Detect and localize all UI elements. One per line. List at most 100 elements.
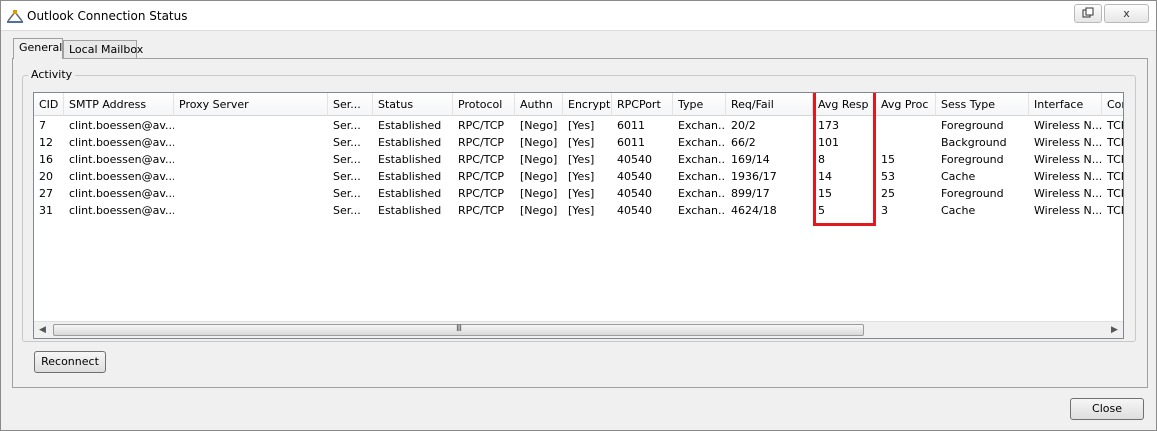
title-bar[interactable]: Outlook Connection Status x	[1, 1, 1156, 31]
cell-req-fail: 4624/18	[731, 204, 777, 217]
cell-status: Established	[378, 136, 442, 149]
cell-interface: Wireless N...	[1034, 136, 1102, 149]
cell-status: Established	[378, 204, 442, 217]
restore-button[interactable]	[1074, 4, 1102, 23]
column-header-proxy-server[interactable]: Proxy Server	[174, 93, 328, 116]
outlook-connection-status-window: Outlook Connection Status x General Loca…	[0, 0, 1157, 431]
cell-cid: 12	[39, 136, 53, 149]
table-row[interactable]: 12 clint.boessen@av... Ser... Established RP…	[34, 134, 1123, 151]
column-header-status[interactable]: Status	[373, 93, 453, 116]
general-tab-page: Activity CID SMTP Address Proxy Server Ser.…	[12, 58, 1148, 388]
cell-avg-resp: 5	[818, 204, 825, 217]
scroll-right-icon[interactable]: ▶	[1106, 322, 1123, 338]
scrollbar-thumb[interactable]: III	[53, 324, 864, 336]
cell-rpcport: 6011	[617, 136, 645, 149]
scroll-left-icon[interactable]: ◀	[34, 322, 51, 338]
cell-interface: Wireless N...	[1034, 204, 1102, 217]
table-row[interactable]: 27 clint.boessen@av... Ser... Established RP…	[34, 185, 1123, 202]
activity-group-title: Activity	[28, 68, 76, 81]
column-header-encrypt[interactable]: Encrypt	[563, 93, 612, 116]
column-header-conn[interactable]: Cor	[1102, 93, 1123, 116]
outlook-connection-icon	[6, 8, 24, 24]
column-header-avg-proc[interactable]: Avg Proc	[876, 93, 936, 116]
cell-authn: [Nego]	[520, 187, 558, 200]
close-button[interactable]: Close	[1070, 398, 1144, 420]
cell-rpcport: 40540	[617, 153, 652, 166]
cell-req-fail: 20/2	[731, 119, 756, 132]
cell-avg-resp: 8	[818, 153, 825, 166]
column-header-rpcport[interactable]: RPCPort	[612, 93, 673, 116]
cell-authn: [Nego]	[520, 119, 558, 132]
cell-avg-proc: 25	[881, 187, 895, 200]
cell-rpcport: 6011	[617, 119, 645, 132]
tab-local-mailbox[interactable]: Local Mailbox	[63, 40, 143, 59]
table-row[interactable]: 16 clint.boessen@av... Ser... Established RP…	[34, 151, 1123, 168]
horizontal-scrollbar[interactable]: ◀ III ▶	[34, 321, 1123, 338]
cell-type: Exchan...	[678, 119, 726, 132]
cell-sess-type: Background	[941, 136, 1007, 149]
column-header-smtp-address[interactable]: SMTP Address	[64, 93, 174, 116]
column-header-authn[interactable]: Authn	[515, 93, 563, 116]
cell-req-fail: 66/2	[731, 136, 756, 149]
cell-cid: 20	[39, 170, 53, 183]
cell-cid: 27	[39, 187, 53, 200]
cell-smtp-address: clint.boessen@av...	[69, 170, 174, 183]
cell-cid: 7	[39, 119, 46, 132]
cell-conn: TCP	[1107, 119, 1123, 132]
column-header-type[interactable]: Type	[673, 93, 726, 116]
cell-encrypt: [Yes]	[568, 204, 595, 217]
cell-sess-type: Cache	[941, 170, 976, 183]
column-header-cid[interactable]: CID	[34, 93, 64, 116]
close-icon: x	[1123, 7, 1130, 20]
cell-avg-resp: 101	[818, 136, 839, 149]
cell-status: Established	[378, 187, 442, 200]
cell-proxy-server	[174, 134, 328, 151]
cell-avg-proc: 15	[881, 153, 895, 166]
cell-avg-proc: 53	[881, 170, 895, 183]
activity-list-header: CID SMTP Address Proxy Server Ser... Status P…	[34, 93, 1123, 116]
cell-server: Ser...	[333, 187, 361, 200]
activity-list[interactable]: CID SMTP Address Proxy Server Ser... Status P…	[33, 92, 1124, 339]
cell-proxy-server	[174, 168, 328, 185]
cell-encrypt: [Yes]	[568, 136, 595, 149]
column-header-interface[interactable]: Interface	[1029, 93, 1102, 116]
title-close-button[interactable]: x	[1104, 4, 1149, 23]
cell-protocol: RPC/TCP	[458, 136, 505, 149]
cell-avg-proc: 3	[881, 204, 888, 217]
cell-rpcport: 40540	[617, 187, 652, 200]
column-header-protocol[interactable]: Protocol	[453, 93, 515, 116]
cell-protocol: RPC/TCP	[458, 153, 505, 166]
cell-server: Ser...	[333, 136, 361, 149]
tab-general[interactable]: General	[13, 38, 63, 59]
cell-server: Ser...	[333, 204, 361, 217]
cell-cid: 16	[39, 153, 53, 166]
cell-cid: 31	[39, 204, 53, 217]
restore-icon	[1082, 7, 1094, 18]
cell-avg-proc	[876, 134, 936, 151]
table-row[interactable]: 31 clint.boessen@av... Ser... Established RP…	[34, 202, 1123, 219]
cell-proxy-server	[174, 185, 328, 202]
cell-interface: Wireless N...	[1034, 119, 1102, 132]
cell-protocol: RPC/TCP	[458, 187, 505, 200]
cell-proxy-server	[174, 151, 328, 168]
cell-req-fail: 1936/17	[731, 170, 777, 183]
cell-protocol: RPC/TCP	[458, 204, 505, 217]
table-row[interactable]: 20 clint.boessen@av... Ser... Established RP…	[34, 168, 1123, 185]
cell-avg-resp: 15	[818, 187, 832, 200]
cell-server: Ser...	[333, 119, 361, 132]
table-row[interactable]: 7 clint.boessen@av... Ser... Established RPC…	[34, 117, 1123, 134]
column-header-server[interactable]: Ser...	[328, 93, 373, 116]
cell-conn: TCP	[1107, 136, 1123, 149]
cell-type: Exchan...	[678, 153, 726, 166]
column-header-req-fail[interactable]: Req/Fail	[726, 93, 813, 116]
cell-sess-type: Cache	[941, 204, 976, 217]
cell-smtp-address: clint.boessen@av...	[69, 119, 174, 132]
cell-sess-type: Foreground	[941, 119, 1004, 132]
cell-avg-resp: 173	[818, 119, 839, 132]
cell-proxy-server	[174, 202, 328, 219]
reconnect-button[interactable]: Reconnect	[34, 351, 106, 373]
cell-protocol: RPC/TCP	[458, 170, 505, 183]
column-header-sess-type[interactable]: Sess Type	[936, 93, 1029, 116]
cell-smtp-address: clint.boessen@av...	[69, 153, 174, 166]
column-header-avg-resp[interactable]: Avg Resp	[813, 93, 876, 116]
